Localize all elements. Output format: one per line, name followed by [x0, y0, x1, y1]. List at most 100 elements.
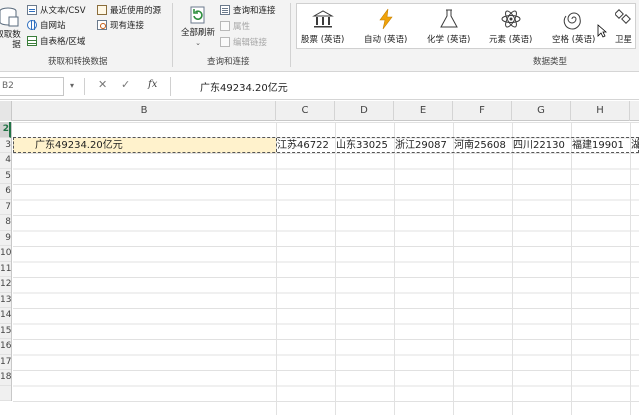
from-text-csv-label: 从文本/CSV	[40, 5, 86, 16]
row-header[interactable]: 8	[0, 215, 11, 231]
gridline	[453, 122, 454, 415]
ribbon-separator	[172, 3, 173, 67]
data-type-chemistry[interactable]: 化学 (英语)	[427, 8, 470, 45]
data-types-gallery: 股票 (英语) 自动 (英语) 化学 (英语) 元素 (英语) 空格 (英语) …	[296, 3, 636, 49]
gridline	[630, 122, 631, 415]
from-table-range-button[interactable]: 自表格/区域	[27, 33, 85, 48]
row-header[interactable]: 15	[0, 324, 11, 339]
queries-icon	[220, 4, 230, 15]
data-type-elements-label: 元素 (英语)	[489, 35, 533, 45]
cell-i2[interactable]: 湖	[631, 138, 639, 153]
recent-sources-button[interactable]: 最近使用的源	[97, 2, 161, 17]
data-type-elements[interactable]: 元素 (英语)	[489, 8, 532, 45]
row-header[interactable]: 13	[0, 293, 11, 308]
row-header[interactable]: 18	[0, 370, 11, 386]
text-file-icon	[27, 4, 37, 15]
properties-button[interactable]: 属性	[220, 18, 250, 33]
satellite-icon	[615, 9, 631, 24]
column-header-b[interactable]: B	[13, 101, 276, 121]
confirm-icon[interactable]: ✓	[121, 78, 130, 91]
column-header-c[interactable]: C	[276, 101, 335, 121]
chevron-down-icon[interactable]: ▾	[70, 81, 74, 90]
column-header-g[interactable]: G	[512, 101, 571, 121]
connections-icon	[97, 19, 107, 30]
refresh-all-label: 全部刷新	[180, 28, 215, 38]
cell-e2[interactable]: 浙江29087	[395, 138, 453, 153]
ribbon-separator	[290, 3, 291, 67]
column-header-h[interactable]: H	[571, 101, 630, 121]
insert-function-icon[interactable]: fx	[148, 79, 157, 90]
row-header[interactable]: 11	[0, 262, 11, 277]
data-type-stocks[interactable]: 股票 (英语)	[301, 8, 344, 45]
select-all-corner[interactable]	[0, 101, 12, 121]
database-icon	[0, 6, 19, 28]
formula-input[interactable]: 广东49234.20亿元	[200, 79, 288, 94]
recent-sources-icon	[97, 4, 107, 15]
cell-b2[interactable]: 广东49234.20亿元	[13, 138, 276, 153]
queries-group-label: 查询和连接	[207, 57, 250, 67]
recent-sources-label: 最近使用的源	[110, 5, 162, 16]
gridline	[276, 122, 277, 415]
spreadsheet-grid[interactable]: B C D E F G H 2 3 4 5 6 7 8 9 10 11 12 1…	[0, 101, 639, 415]
cell-c2[interactable]: 江苏46722	[277, 138, 335, 153]
column-header-f[interactable]: F	[453, 101, 512, 121]
existing-connections-button[interactable]: 现有连接	[97, 17, 144, 32]
properties-icon	[220, 20, 230, 31]
edit-links-label: 编辑链接	[233, 37, 268, 48]
lightning-icon	[379, 8, 393, 30]
from-web-button[interactable]: 自网站	[27, 17, 66, 32]
row-header[interactable]: 9	[0, 231, 11, 246]
formula-bar: B2 ▾ ✕ ✓ fx 广东49234.20亿元	[0, 73, 639, 100]
refresh-all-button[interactable]: 全部刷新 ⌄	[178, 4, 218, 48]
get-transform-group-label: 获取和转换数据	[48, 57, 108, 67]
edit-links-icon	[220, 36, 230, 47]
from-text-csv-button[interactable]: 从文本/CSV	[27, 2, 86, 17]
gridline	[394, 122, 395, 415]
data-type-stocks-label: 股票 (英语)	[301, 35, 345, 45]
data-type-satellite[interactable]: 卫星	[615, 8, 637, 45]
row-header[interactable]: 16	[0, 339, 11, 355]
cell-area[interactable]: 广东49234.20亿元 江苏46722 山东33025 浙江29087 河南2…	[13, 122, 639, 415]
cell-g2[interactable]: 四川22130	[513, 138, 571, 153]
data-type-space[interactable]: 空格 (英语)	[552, 8, 595, 45]
refresh-icon	[187, 4, 209, 26]
gridline	[512, 122, 513, 415]
name-box[interactable]: B2	[0, 77, 64, 96]
row-header[interactable]: 12	[0, 277, 11, 293]
data-type-auto[interactable]: 自动 (英语)	[364, 8, 407, 45]
data-type-chemistry-label: 化学 (英语)	[427, 35, 471, 45]
cell-h2[interactable]: 福建19901	[572, 138, 630, 153]
row-header[interactable]: 6	[0, 184, 11, 200]
column-header-d[interactable]: D	[335, 101, 394, 121]
row-headers: 2 3 4 5 6 7 8 9 10 11 12 13 14 15 16 17 …	[0, 122, 12, 401]
row-header[interactable]: 3	[0, 138, 11, 153]
cell-f2[interactable]: 河南25608	[454, 138, 512, 153]
formula-bar-divider	[170, 77, 171, 96]
data-type-space-label: 空格 (英语)	[552, 35, 596, 45]
properties-label: 属性	[233, 21, 251, 32]
row-header[interactable]: 14	[0, 308, 11, 324]
column-headers: B C D E F G H	[0, 101, 639, 121]
get-data-button[interactable]: 取取数 据	[0, 6, 22, 50]
cancel-icon[interactable]: ✕	[98, 78, 107, 91]
gridline	[571, 122, 572, 415]
row-header[interactable]: 2	[0, 122, 11, 138]
mouse-cursor-icon	[597, 24, 607, 38]
row-header[interactable]: 7	[0, 200, 11, 215]
formula-bar-divider	[84, 78, 85, 95]
row-header[interactable]: 10	[0, 246, 11, 262]
chevron-down-icon: ⌄	[195, 39, 201, 47]
galaxy-icon	[563, 12, 581, 30]
row-header[interactable]: 5	[0, 169, 11, 184]
queries-connections-button[interactable]: 查询和连接	[220, 2, 276, 17]
existing-connections-label: 现有连接	[110, 20, 145, 31]
globe-icon	[27, 19, 37, 30]
column-header-e[interactable]: E	[394, 101, 453, 121]
from-web-label: 自网站	[40, 20, 66, 31]
cell-d2[interactable]: 山东33025	[336, 138, 394, 153]
row-header[interactable]: 4	[0, 153, 11, 169]
row-header[interactable]: 17	[0, 355, 11, 370]
data-type-auto-label: 自动 (英语)	[364, 35, 408, 45]
row-header[interactable]	[0, 386, 11, 401]
edit-links-button[interactable]: 编辑链接	[220, 34, 267, 49]
